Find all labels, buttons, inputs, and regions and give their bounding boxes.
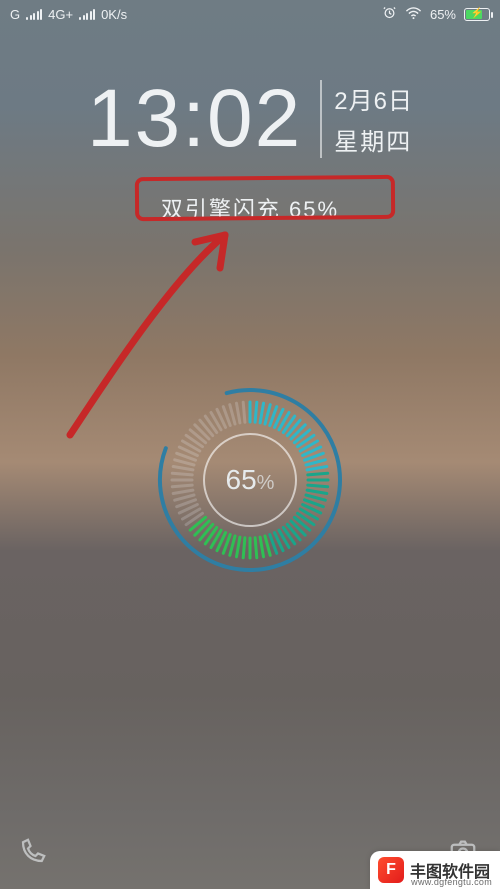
- watermark-url: www.dgfengtu.com: [411, 877, 492, 887]
- clock-divider: [320, 80, 322, 158]
- ring-pct-number: 65: [226, 464, 257, 495]
- battery-pct-text: 65%: [430, 7, 456, 22]
- charging-ring: 65%: [150, 380, 350, 580]
- charging-bolt-icon: ⚡: [465, 8, 489, 19]
- data-rate: 0K/s: [101, 7, 127, 22]
- clock-time: 13:02: [87, 78, 310, 160]
- watermark: F 丰图软件园 www.dgfengtu.com: [370, 851, 500, 889]
- battery-icon: ⚡: [464, 8, 490, 21]
- watermark-logo: F: [378, 857, 404, 883]
- clock-date-col: 2月6日 星期四: [334, 81, 413, 157]
- clock-block: 13:02 2月6日 星期四: [0, 78, 500, 160]
- lock-screen: G 4G+ 0K/s 65% ⚡ 13:02: [0, 0, 500, 889]
- clock-weekday: 星期四: [334, 122, 413, 157]
- signal-bars-icon: [79, 8, 95, 20]
- status-bar: G 4G+ 0K/s 65% ⚡: [0, 0, 500, 28]
- signal-bars-icon: [26, 8, 42, 20]
- ring-pct-symbol: %: [257, 472, 275, 494]
- status-bar-right: 65% ⚡: [382, 5, 490, 23]
- alarm-icon: [382, 5, 397, 23]
- carrier-letter: G: [10, 7, 20, 22]
- charging-status-text: 双引擎闪充 65%: [0, 192, 500, 224]
- network-type: 4G+: [48, 7, 73, 22]
- charging-ring-percent: 65%: [150, 464, 350, 496]
- status-bar-left: G 4G+ 0K/s: [10, 7, 127, 22]
- clock-date: 2月6日: [334, 81, 413, 116]
- wifi-icon: [405, 5, 422, 23]
- phone-icon[interactable]: [18, 836, 48, 871]
